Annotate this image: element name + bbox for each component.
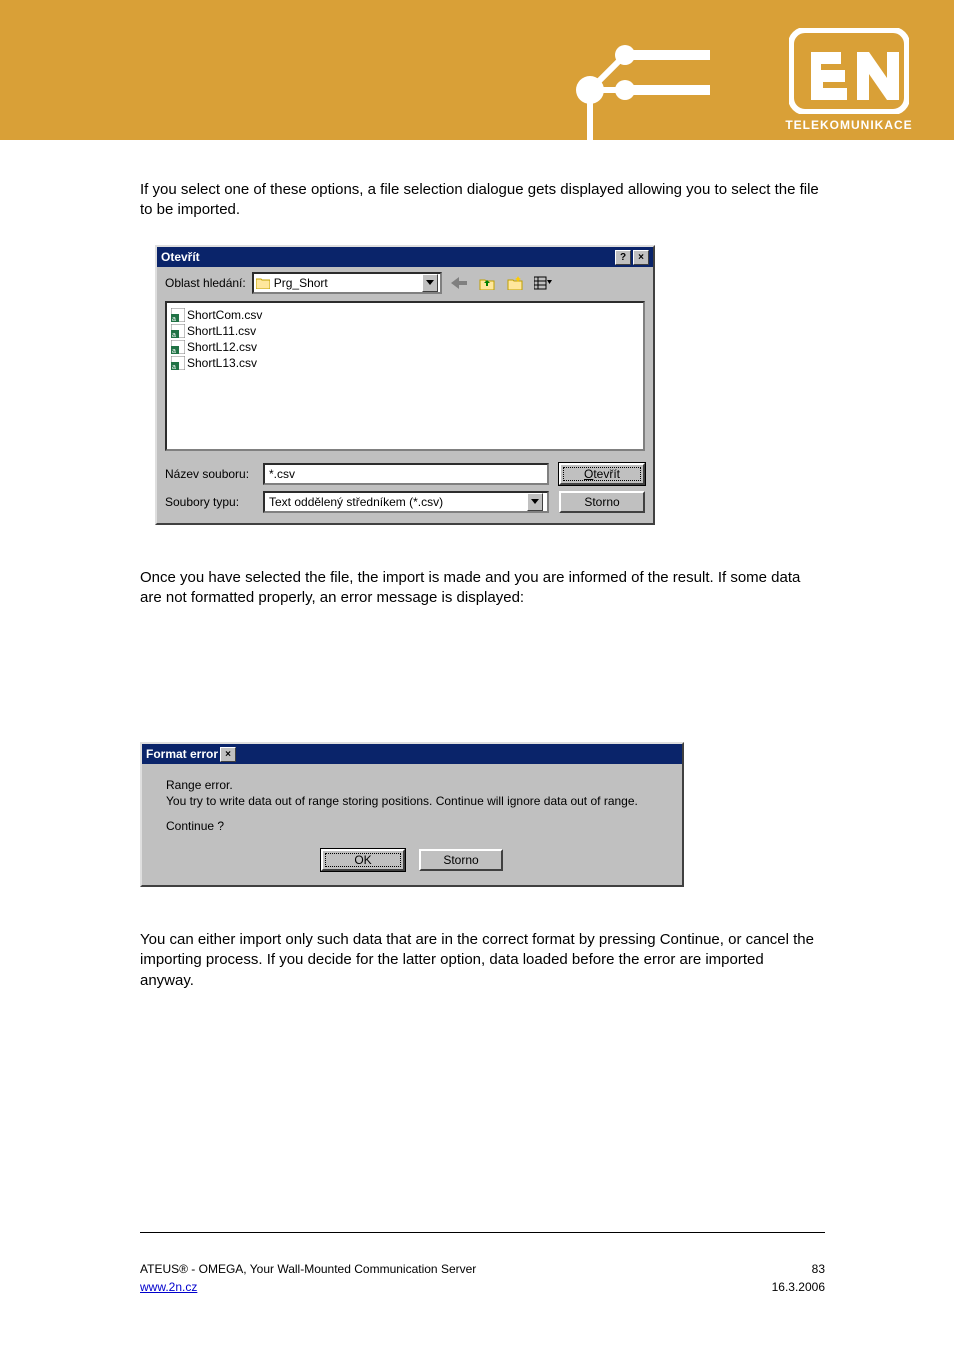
svg-text:a: a [172,364,176,370]
file-name: ShortL13.csv [187,356,257,370]
brand-text: TELEKOMUNIKACE [754,118,944,132]
csv-file-icon: a [171,356,185,370]
paragraph-1: If you select one of these options, a fi… [140,180,820,221]
csv-file-icon: a [171,340,185,354]
format-error-dialog: Format error × Range error. You try to w… [140,742,684,887]
dialog-title: Format error [146,747,218,761]
footer-product-name: ATEUS® - OMEGA, Your Wall-Mounted Commun… [140,1262,476,1276]
paragraph-3: You can either import only such data tha… [140,930,820,991]
svg-text:a: a [172,332,176,338]
lookin-value: Prg_Short [274,276,328,290]
lookin-label: Oblast hledání: [165,276,246,290]
file-item[interactable]: a ShortL11.csv [171,323,639,339]
footer-separator [140,1232,825,1233]
file-item[interactable]: a ShortL12.csv [171,339,639,355]
error-message: Range error. You try to write data out o… [142,764,682,843]
dropdown-arrow-icon[interactable] [527,493,543,511]
dialog-titlebar: Otevřít ? × [157,247,653,267]
close-button[interactable]: × [220,747,236,762]
file-item[interactable]: a ShortCom.csv [171,307,639,323]
open-button[interactable]: Otevřít [559,463,645,485]
file-item[interactable]: a ShortL13.csv [171,355,639,371]
csv-file-icon: a [171,324,185,338]
svg-text:a: a [172,316,176,322]
filetype-combo[interactable]: Text oddělený středníkem (*.csv) [263,491,549,513]
paragraph-2: Once you have selected the file, the imp… [140,568,820,609]
file-name: ShortL11.csv [187,324,256,338]
views-icon[interactable] [532,272,554,294]
cancel-button[interactable]: Storno [419,849,503,871]
brand-logo: TELEKOMUNIKACE [754,28,944,143]
file-name: ShortL12.csv [187,340,257,354]
page-number: 83 [812,1262,825,1276]
file-list[interactable]: a ShortCom.csv a ShortL11.csv a ShortL12… [165,301,645,451]
file-name: ShortCom.csv [187,308,262,322]
footer-date: 16.3.2006 [772,1280,825,1294]
dropdown-arrow-icon[interactable] [422,274,438,292]
up-one-level-icon[interactable] [476,272,498,294]
error-line-3: Continue ? [166,819,658,835]
filename-label: Název souboru: [165,467,253,481]
lookin-combo[interactable]: Prg_Short [252,272,442,294]
footer-link[interactable]: www.2n.cz [140,1280,197,1294]
csv-file-icon: a [171,308,185,322]
filename-input[interactable]: *.csv [263,463,549,485]
dialog-title: Otevřít [161,250,613,264]
error-line-1: Range error. [166,778,658,794]
close-button[interactable]: × [633,250,649,265]
ok-button[interactable]: OK [321,849,405,871]
svg-text:a: a [172,348,176,354]
dialog-titlebar: Format error × [142,744,682,764]
help-button[interactable]: ? [615,250,631,265]
header-graphic [560,20,720,150]
error-line-2: You try to write data out of range stori… [166,794,658,810]
new-folder-icon[interactable] [504,272,526,294]
folder-icon [256,277,270,289]
open-file-dialog: Otevřít ? × Oblast hledání: Prg_Short a … [155,245,655,525]
filetype-label: Soubory typu: [165,495,253,509]
cancel-button[interactable]: Storno [559,491,645,513]
back-icon[interactable] [448,272,470,294]
